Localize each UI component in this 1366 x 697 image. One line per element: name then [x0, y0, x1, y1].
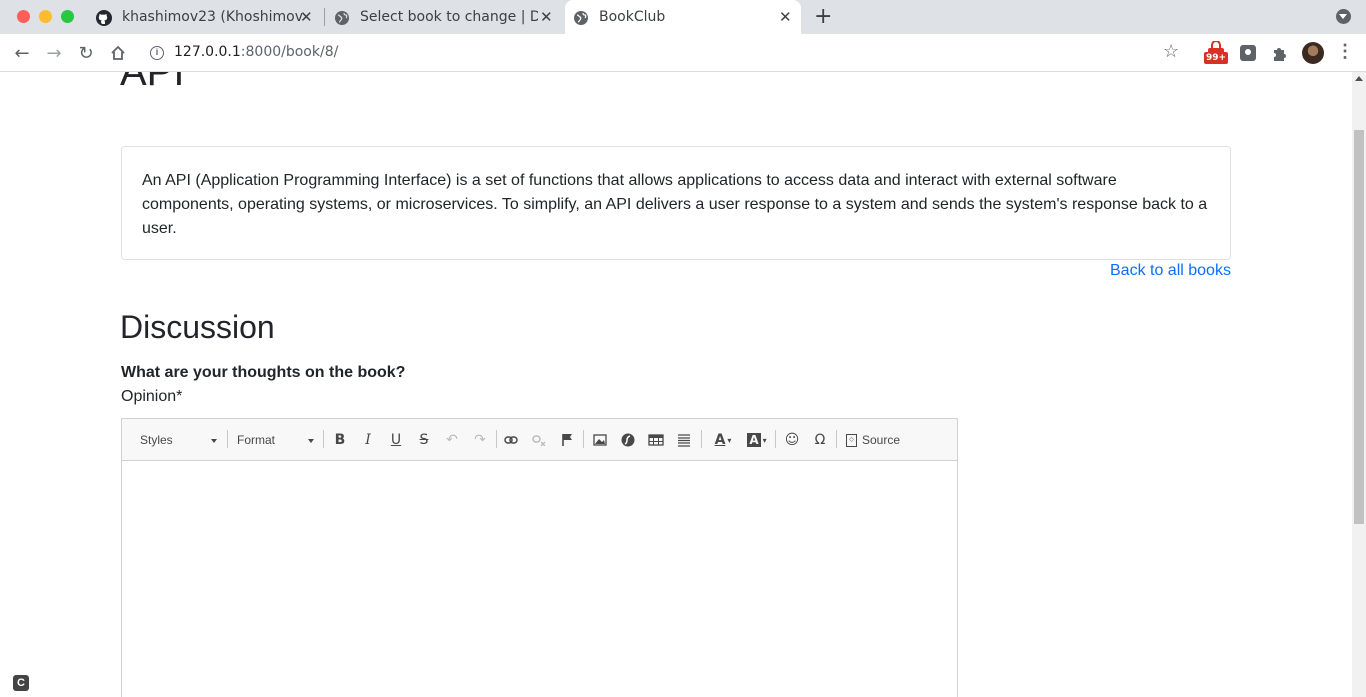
source-button-label: Source: [862, 433, 901, 447]
site-info-icon[interactable]: i: [150, 46, 164, 60]
redo-icon[interactable]: ↷: [470, 430, 490, 450]
url-path: :8000/book/8/: [240, 44, 339, 60]
globe-icon: [574, 11, 588, 25]
toolbar-separator: [701, 430, 702, 448]
tab-separator: [324, 8, 325, 26]
toolbar-separator: [323, 430, 324, 448]
source-document-icon: ◇: [846, 433, 857, 447]
strikethrough-icon[interactable]: S: [414, 430, 434, 450]
window-maximize-button[interactable]: [61, 10, 74, 23]
toolbar-separator: [496, 430, 497, 448]
toolbar-separator: [775, 430, 776, 448]
text-color-icon[interactable]: A ▾: [708, 430, 738, 450]
tab-title: khashimov23 (Khoshimov: [122, 9, 302, 25]
browser-tab-bookclub[interactable]: BookClub ✕: [565, 0, 801, 34]
close-tab-icon[interactable]: ✕: [779, 8, 792, 26]
url-host: 127.0.0.1: [174, 44, 241, 60]
source-button[interactable]: ◇ Source: [846, 430, 900, 450]
page-content: API An API (Application Programming Inte…: [0, 72, 1352, 697]
address-bar[interactable]: i 127.0.0.1:8000/book/8/ ☆: [138, 38, 1192, 68]
underline-icon[interactable]: U: [386, 430, 406, 450]
new-tab-button[interactable]: +: [814, 4, 832, 29]
toolbar-separator: [836, 430, 837, 448]
discussion-heading: Discussion: [120, 309, 275, 345]
tab-search-icon[interactable]: [1336, 9, 1351, 24]
url-text: 127.0.0.1:8000/book/8/: [174, 44, 338, 60]
undo-icon[interactable]: ↶: [442, 430, 462, 450]
bold-icon[interactable]: B: [330, 430, 350, 450]
back-arrow-icon[interactable]: ←: [9, 40, 35, 66]
editor-content-area[interactable]: [122, 462, 957, 697]
profile-avatar[interactable]: [1302, 42, 1324, 64]
flash-icon[interactable]: [618, 430, 638, 450]
toolbar-separator: [583, 430, 584, 448]
image-icon[interactable]: [590, 430, 610, 450]
browser-tab-django-admin[interactable]: Select book to change | Dj ✕: [326, 0, 562, 34]
background-color-icon[interactable]: A ▾: [742, 430, 772, 450]
scrollbar-thumb[interactable]: [1354, 130, 1364, 524]
extension-badge: 99+: [1204, 52, 1229, 64]
book-title: API: [120, 72, 185, 94]
close-tab-icon[interactable]: ✕: [300, 8, 313, 26]
globe-icon: [335, 11, 349, 25]
reload-icon[interactable]: ↻: [73, 40, 99, 66]
browser-tab-strip: khashimov23 (Khoshimov ✕ Select book to …: [0, 0, 1366, 34]
extensions-puzzle-icon[interactable]: [1270, 43, 1290, 63]
scroll-up-arrow-icon[interactable]: [1355, 76, 1363, 81]
format-dropdown-label: Format: [237, 433, 276, 447]
link-icon[interactable]: [501, 430, 521, 450]
back-to-all-books-link[interactable]: Back to all books: [1110, 262, 1231, 280]
forward-arrow-icon[interactable]: →: [41, 40, 67, 66]
corner-extension-badge[interactable]: C: [13, 675, 29, 691]
book-description-card: An API (Application Programming Interfac…: [121, 146, 1231, 260]
browser-tab-github[interactable]: khashimov23 (Khoshimov ✕: [88, 0, 324, 34]
close-tab-icon[interactable]: ✕: [540, 8, 553, 26]
smiley-icon[interactable]: ☺: [782, 430, 802, 450]
format-dropdown[interactable]: Format: [237, 430, 317, 450]
window-minimize-button[interactable]: [39, 10, 52, 23]
styles-dropdown-label: Styles: [140, 433, 173, 447]
chevron-down-icon: [211, 439, 217, 443]
special-character-icon[interactable]: Ω: [810, 430, 830, 450]
home-icon[interactable]: [105, 40, 131, 66]
discussion-prompt: What are your thoughts on the book?: [121, 364, 406, 381]
bookmark-star-icon[interactable]: ☆: [1163, 41, 1179, 62]
editor-toolbar: Styles Format B I U S ↶ ↷ A ▾ A ▾ ☺ Ω ◇ …: [122, 419, 957, 461]
window-close-button[interactable]: [17, 10, 30, 23]
tab-title: BookClub: [599, 9, 666, 25]
browser-menu-icon[interactable]: ⋮: [1336, 41, 1354, 62]
profile-extension-icon[interactable]: [1238, 43, 1258, 63]
unlink-icon[interactable]: [529, 430, 549, 450]
page-scrollbar[interactable]: [1352, 72, 1366, 697]
opinion-label: Opinion*: [121, 388, 183, 405]
rich-text-editor: Styles Format B I U S ↶ ↷ A ▾ A ▾ ☺ Ω ◇ …: [121, 418, 958, 697]
browser-toolbar: ← → ↻ i 127.0.0.1:8000/book/8/ ☆ ⋮: [0, 34, 1366, 72]
table-icon[interactable]: [646, 430, 666, 450]
horizontal-rule-icon[interactable]: [674, 430, 694, 450]
styles-dropdown[interactable]: Styles: [140, 430, 220, 450]
github-icon: [96, 10, 112, 26]
anchor-flag-icon[interactable]: [557, 430, 577, 450]
tab-title: Select book to change | Dj: [360, 9, 538, 25]
toolbar-separator: [227, 430, 228, 448]
book-description: An API (Application Programming Interfac…: [142, 172, 1208, 237]
chevron-down-icon: [308, 439, 314, 443]
italic-icon[interactable]: I: [358, 430, 378, 450]
